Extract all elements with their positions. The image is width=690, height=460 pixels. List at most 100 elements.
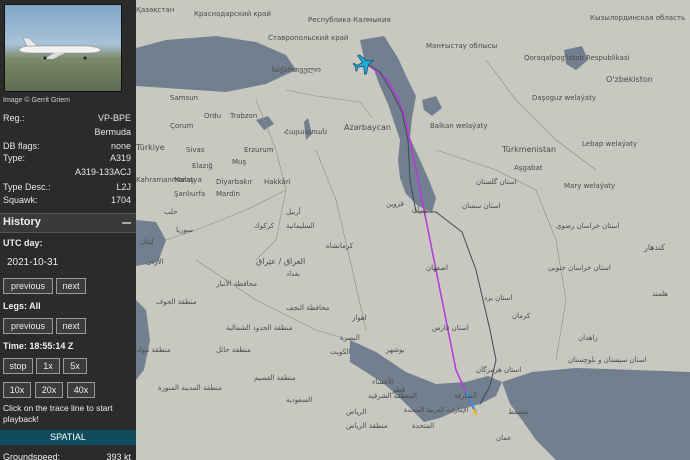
map-label-riyadh-region: منطقة الرياض [346,422,388,430]
type-desc-row: Type Desc.: L2J [3,182,131,193]
map-label-united: المتحدة [412,422,434,430]
map-label-turkmenistan: Türkmenistan [501,145,556,154]
db-flags-label: DB flags: [3,141,40,151]
map-label-sivas: Sivas [186,146,205,154]
stop-button[interactable]: stop [3,358,33,374]
map-label-uae: الإمارات العربية المتحدة [404,406,469,414]
utc-day-label: UTC day: [3,238,43,248]
day-previous-button[interactable]: previous [3,278,53,294]
map-label-kerman: کرمان [512,312,531,320]
map-label-balkan: Balkan welaýaty [430,122,488,130]
map-label-lebanon: لبنان [140,238,154,246]
model-value: A319-133ACJ [74,167,131,177]
map-label-mus: Muş [232,158,246,166]
map-label-khorasan: استان خراسان رضوی [556,222,619,230]
collapse-icon[interactable] [122,222,131,224]
map-label-mardin: Mardin [216,190,240,198]
map-label-isfahan: اصفهان [426,264,448,272]
map-label-muscat: مسقط [508,408,528,416]
map-label-dashoguz: Daşoguz welaýaty [532,94,596,102]
type-label: Type: [3,153,26,163]
leg-next-button[interactable]: next [56,318,86,334]
reg-value: VP-BPE [97,113,131,123]
map-label-medina: منطقة المدينة المنورة [158,384,222,392]
map-label-elazig: Elazığ [192,162,213,170]
map-label-ordu: Ordu [204,112,221,120]
map-label-hormozgan: استان هرمزگان [476,365,521,374]
squawk-label: Squawk: [3,195,38,205]
history-header[interactable]: History [0,213,136,233]
map-label-sharjah: الشارقة [454,392,477,400]
map-label-anbar: محافظة الأنبار [215,279,257,288]
map-label-oman: عمان [496,434,512,442]
map-label-baghdad: بغداد [286,270,300,278]
map-label-saudi: السعودية [286,396,312,404]
groundspeed-value: 393 kt [106,452,131,460]
map-label-aleppo: حلب [164,208,178,216]
type-value: A319 [109,153,131,163]
model-row: A319-133ACJ [3,167,131,178]
playback-help-text: Click on the trace line to start playbac… [3,403,113,424]
map-label-tabuk: منطقة تبوك [136,346,171,354]
type-desc-label: Type Desc.: [3,182,51,192]
map-view[interactable]: Қазақстан Краснодарский край Республика … [136,0,690,460]
map-label-qazvin: قزوین [386,200,404,208]
squawk-row: Squawk: 1704 [3,195,131,206]
speed-1x-button[interactable]: 1x [36,358,60,374]
map-label-yazd: استان یزد [484,294,512,302]
aircraft-photo[interactable] [4,4,122,92]
speed-10x-button[interactable]: 10x [3,382,31,398]
map-label-georgia: საქართველო [272,65,321,74]
map-label-syria: سوريا [176,226,193,234]
map-label-azerbaijan: Azərbaycan [344,123,391,132]
map-label-hakkari: Hakkâri [264,178,291,186]
image-credit[interactable]: Image © Gerrit Griem [3,97,70,104]
map-label-bushehr: بوشهر [385,346,405,354]
history-title: History [3,216,41,228]
map-label-jawf: منطقة الجوف [156,298,197,306]
map-label-turkiye: Türkiye [136,143,165,152]
map-label-trabzon: Trabzon [229,112,257,120]
map-label-sistan: استان سیستان و بلوچستان [568,356,647,364]
reg-label: Reg.: [3,113,25,123]
groundspeed-label: Groundspeed: [3,452,61,460]
map-label-corum: Çorum [170,122,193,130]
map-label-najaf: محافظة النجف [286,304,330,312]
map-label-armenia: Հայաստան [284,128,327,136]
map-label-kyzylorda: Кызылординская область [590,14,685,22]
map-label-jordan: الأردن [146,257,164,266]
speed-20x-button[interactable]: 20x [35,382,63,398]
map-label-kirkuk: كركوك [254,222,275,230]
map-label-erzurum: Erzurum [244,146,274,154]
day-next-button[interactable]: next [56,278,86,294]
reg-row: Reg.: VP-BPE [3,113,131,124]
time-label: Time: 18:55:14 Z [3,341,74,351]
map-label-qatar: قطر [391,386,405,394]
map-label-ahvaz: اهواز [351,314,367,322]
map-label-lebap: Lebap welaýaty [582,140,637,148]
spatial-section-header[interactable]: SPATIAL [0,430,136,445]
speed-5x-button[interactable]: 5x [63,358,87,374]
map-label-kandahar: کندهار [643,243,665,252]
map-label-samsun: Samsun [170,94,198,102]
map-label-mary: Mary welaýaty [564,182,615,190]
map-label-kazakhstan: Қазақстан [136,6,174,14]
map-label-erbil: أربيل [286,207,301,216]
map-canvas[interactable]: Қазақстан Краснодарский край Республика … [136,0,690,460]
country-value: Bermuda [94,127,131,137]
db-flags-row: DB flags: none [3,141,131,152]
leg-previous-button[interactable]: previous [3,318,53,334]
map-label-tehran: تهران [412,206,428,214]
type-desc-value: L2J [116,182,131,192]
info-sidebar: Image © Gerrit Griem Reg.: VP-BPE Bermud… [0,0,136,460]
type-row: Type: A319 [3,153,131,164]
speed-40x-button[interactable]: 40x [67,382,95,398]
map-label-sulaymaniyah: السليمانية [286,222,315,230]
map-label-kahramanmaras: Kahramanmaraş [136,176,194,184]
map-label-iraq: العراق / عێراق [256,257,305,266]
map-label-sanliurfa: Şanlıurfa [174,190,205,198]
db-flags-value: none [110,141,131,151]
squawk-value: 1704 [110,195,131,205]
aircraft-photo-jet [18,37,102,60]
map-label-mangistau: Манғыстау облысы [426,42,497,50]
